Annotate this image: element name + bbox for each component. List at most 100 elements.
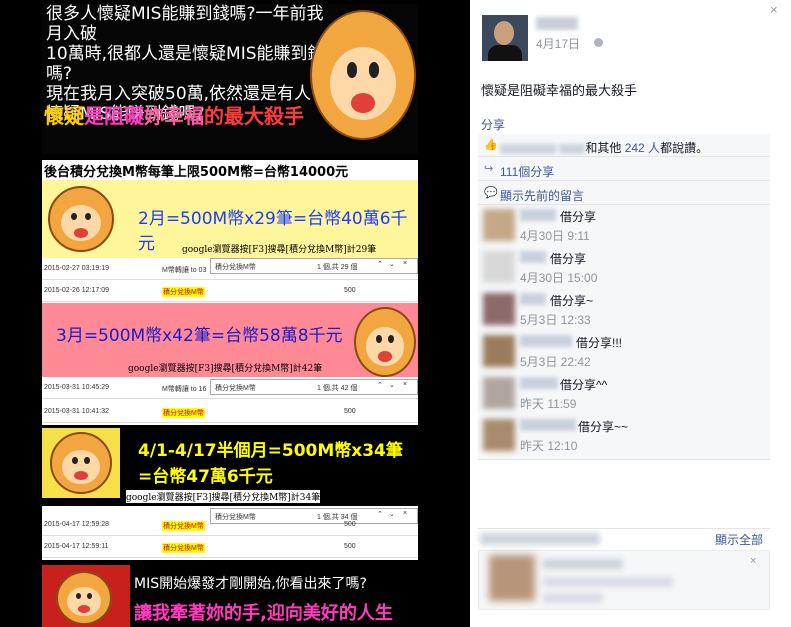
likes-suffix: 都說讚。 <box>660 141 709 155</box>
footer-line-2: 讓我牽著妳的手,迎向美好的人生 <box>134 603 393 624</box>
march-title: 3月=500M幣x42筆=台幣58萬8千元 <box>56 326 343 346</box>
close-icon[interactable]: × <box>770 2 778 17</box>
photo-slogan: 懷疑是阻礙妳幸福的最大殺手 <box>44 100 304 129</box>
row-date: 2015-03-31 10:41:32 <box>44 408 109 415</box>
row-amount: 500 <box>344 408 356 415</box>
monkey-mascot-illustration <box>310 10 416 140</box>
row-desc: M幣轉讓 to 16 <box>162 386 207 393</box>
comment-time[interactable]: 4月30日 15:00 <box>520 269 597 286</box>
commenter-avatar[interactable] <box>483 335 515 367</box>
table-row: 2015-03-31 10:41:32 積分兌換M幣 500 <box>42 403 418 423</box>
poster-name-blurred[interactable] <box>536 17 578 30</box>
likes-count-link[interactable]: 242 人 <box>625 141 660 155</box>
close-icon[interactable]: × <box>750 555 756 567</box>
row-date: 2015-02-27 03:19:19 <box>44 265 109 272</box>
february-records-table: 積分兌換M幣 1 個,共 29 個 ⌃ ⌄ × 2015-02-27 03:19… <box>42 258 418 303</box>
commenter-name-blurred[interactable] <box>520 293 546 305</box>
suggestions-title-blurred <box>480 533 600 545</box>
share-link[interactable]: 分享 <box>481 116 505 133</box>
ufi-box: 👍 和其他 242 人都說讚。 ↪ 111個分享 💬 顯示先前的留言 借分享 4… <box>478 134 770 460</box>
table-row: 2015-04-17 12:59:28 積分兌換M幣 500 <box>42 516 418 536</box>
post-side-panel: × 4月17日 懷疑是阻礙幸福的最大殺手 分享 👍 和其他 242 人都說讚。 … <box>470 0 791 627</box>
march-records-table: 積分兌換M幣 1 個,共 42 個 ⌃ ⌄ × 2015-03-31 10:45… <box>42 377 418 425</box>
post-photo[interactable]: 很多人懷疑MIS能賺到錢嗎?一年前我月入破 10萬時,很都人還是懷疑MIS能賺到… <box>0 0 470 627</box>
table-row: 2015-02-27 03:19:19 M幣轉讓 to 03 <box>42 260 418 280</box>
post-text: 懷疑是阻礙幸福的最大殺手 <box>481 83 638 98</box>
commenter-name-blurred[interactable] <box>520 251 546 263</box>
february-search-hint: google瀏覽器按[F3]搜尋[積分兌換M幣]計29筆 <box>182 245 377 255</box>
comment-text: 借分享 <box>550 252 587 266</box>
april-title-line1: 4/1-4/17半個月=500M幣x34筆 <box>138 441 403 461</box>
comment-text: 借分享~~ <box>578 420 629 434</box>
april-panel: 4/1-4/17半個月=500M幣x34筆 =台幣47萬6千元 google瀏覽… <box>42 428 418 506</box>
post-date[interactable]: 4月17日 <box>536 35 580 52</box>
liker-name-blurred[interactable] <box>500 143 556 154</box>
commenter-avatar[interactable] <box>483 419 515 451</box>
comment-time[interactable]: 昨天 11:59 <box>520 395 576 412</box>
comment-item: 借分享~~ 昨天 12:10 <box>478 416 770 458</box>
comment-time[interactable]: 昨天 12:10 <box>520 437 577 454</box>
comment-text: 借分享 <box>560 210 597 224</box>
show-all-link[interactable]: 顯示全部 <box>715 531 763 548</box>
march-search-hint: google瀏覽器按[F3]搜尋[積分兌換M幣]計42筆 <box>128 364 323 374</box>
row-amount: 500 <box>344 521 356 528</box>
comment-time[interactable]: 5月3日 22:42 <box>520 353 591 370</box>
april-title-line2: =台幣47萬6千元 <box>138 467 273 487</box>
slogan-part: 的最大殺手 <box>204 104 304 128</box>
row-date: 2015-03-31 10:45:29 <box>44 384 109 391</box>
intro-line: 很多人懷疑MIS能賺到錢嗎?一年前我月入破 <box>46 4 324 44</box>
commenter-name-blurred[interactable] <box>520 209 556 221</box>
suggestion-name-blurred[interactable] <box>543 559 623 569</box>
share-arrow-icon: ↪ <box>484 163 494 175</box>
comment-time[interactable]: 5月3日 12:33 <box>520 311 591 328</box>
table-row: 2015-04-17 12:59:11 積分兌換M幣 500 <box>42 538 418 558</box>
commenter-name-blurred[interactable] <box>520 419 576 431</box>
exchange-limit-heading: 後台積分兌換M幣每筆上限500M幣=台幣14000元 <box>42 160 418 180</box>
comment-item: 借分享 4月30日 9:11 <box>478 206 770 248</box>
shares-row: ↪ 111個分享 <box>478 158 770 181</box>
slogan-part: 妳幸福 <box>144 104 204 128</box>
comment-time[interactable]: 4月30日 9:11 <box>520 227 590 244</box>
table-row: 2015-03-31 10:45:29 M幣轉讓 to 16 <box>42 379 418 399</box>
likes-sentence: 和其他 242 人都說讚。 <box>500 139 708 156</box>
row-date: 2015-04-17 12:59:11 <box>44 543 109 550</box>
show-previous-comments-link[interactable]: 顯示先前的留言 <box>500 187 584 204</box>
comment-text: 借分享^^ <box>560 378 608 392</box>
photo-intro-panel: 很多人懷疑MIS能賺到錢嗎?一年前我月入破 10萬時,很都人還是懷疑MIS能賺到… <box>42 4 418 154</box>
thumbs-up-icon: 👍 <box>484 139 498 151</box>
suggestion-card[interactable]: × <box>478 550 770 610</box>
monkey-mascot-illustration <box>48 186 114 252</box>
commenter-name-blurred[interactable] <box>520 377 558 389</box>
suggestion-detail-blurred <box>543 593 603 603</box>
liker-name-blurred[interactable] <box>559 143 586 154</box>
slogan-part: 懷疑 <box>44 104 84 128</box>
row-date: 2015-02-26 12:17:09 <box>44 287 109 294</box>
shares-count-link[interactable]: 111個分享 <box>500 163 554 180</box>
commenter-avatar[interactable] <box>483 377 515 409</box>
slogan-part: 是阻礙 <box>84 104 144 128</box>
photo-footer-panel: MIS開始爆發才剛開始,你看出來了嗎? 讓我牽著妳的手,迎向美好的人生 <box>42 565 418 627</box>
table-row: 2015-02-26 12:17:09 積分兌換M幣 500 <box>42 282 418 302</box>
row-desc: 積分兌換M幣 <box>162 543 205 553</box>
row-desc: 積分兌換M幣 <box>162 521 205 531</box>
comment-text: 借分享~ <box>550 294 594 308</box>
likes-row: 👍 和其他 242 人都說讚。 <box>478 134 770 157</box>
comment-item: 借分享 4月30日 15:00 <box>478 248 770 290</box>
commenter-name-blurred[interactable] <box>520 335 572 347</box>
march-panel: 3月=500M幣x42筆=台幣58萬8千元 google瀏覽器按[F3]搜尋[積… <box>42 303 418 377</box>
monkey-mascot-illustration <box>56 571 112 625</box>
comment-bubble-icon: 💬 <box>484 187 498 199</box>
avatar[interactable] <box>482 15 528 61</box>
previous-comments-row: 💬 顯示先前的留言 <box>478 182 770 205</box>
commenter-avatar[interactable] <box>483 251 515 283</box>
suggestion-avatar[interactable] <box>489 555 535 601</box>
monkey-mascot-illustration <box>50 432 112 494</box>
commenter-avatar[interactable] <box>483 209 515 241</box>
row-date: 2015-04-17 12:59:28 <box>44 521 109 528</box>
comment-item: 借分享^^ 昨天 11:59 <box>478 374 770 416</box>
commenter-avatar[interactable] <box>483 293 515 325</box>
row-desc: M幣轉讓 to 03 <box>162 267 207 274</box>
monkey-mascot-illustration <box>354 307 416 377</box>
comment-item: 借分享!!! 5月3日 22:42 <box>478 332 770 374</box>
suggestion-detail-blurred <box>543 577 673 587</box>
